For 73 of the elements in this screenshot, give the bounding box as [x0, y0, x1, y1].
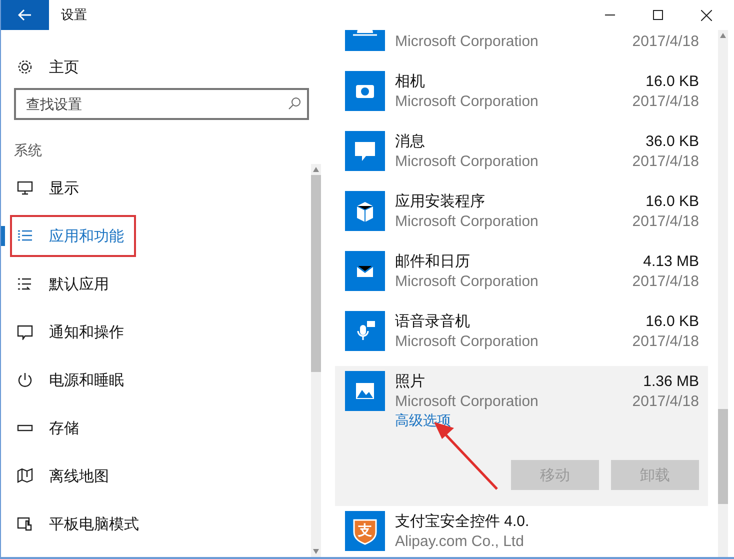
camera-icon [345, 71, 385, 111]
app-name: 照片 [395, 372, 425, 390]
tablet-icon [17, 516, 33, 532]
back-arrow-icon [18, 9, 32, 21]
install-date: 2017/4/18 [632, 392, 699, 410]
app-publisher: Microsoft Corporation [395, 152, 538, 170]
scroll-up-icon[interactable] [720, 33, 726, 38]
image-icon [345, 371, 385, 411]
app-publisher: Microsoft Corporation [395, 332, 538, 350]
back-button[interactable] [1, 0, 49, 30]
sidebar-item[interactable]: 离线地图 [1, 452, 115, 500]
speech-bubble-icon [345, 131, 385, 171]
app-row[interactable]: 相机 16.0 KB Microsoft Corporation 2017/4/18 [335, 66, 708, 126]
sidebar-item[interactable]: 平板电脑模式 [1, 500, 145, 548]
sidebar-item[interactable]: 存储 [1, 404, 85, 452]
app-row[interactable]: 消息 36.0 KB Microsoft Corporation 2017/4/18 [335, 126, 708, 186]
app-publisher: Microsoft Corporation [395, 272, 538, 290]
app-name: 应用安装程序 [395, 192, 485, 210]
speech-bubble-icon [17, 324, 33, 340]
app-name: 相机 [395, 72, 425, 90]
map-icon [17, 468, 33, 484]
close-icon [700, 10, 712, 20]
microphone-icon [345, 311, 385, 351]
install-date: 2017/4/18 [632, 92, 699, 110]
app-row[interactable]: Microsoft Corporation 2017/4/18 [335, 30, 708, 66]
install-date: 2017/4/18 [632, 272, 699, 290]
sidebar-item[interactable]: 显示 [1, 164, 85, 212]
app-size: 16.0 KB [646, 312, 699, 330]
search-field[interactable]: 查找设置 [14, 88, 309, 120]
box-icon [345, 191, 385, 231]
scrollbar[interactable] [718, 30, 728, 557]
scroll-down-icon[interactable] [313, 549, 319, 554]
app-size: 16.0 KB [646, 192, 699, 210]
app-row[interactable]: 支 支付宝安全控件 4.0. Alipay.com Co., Ltd [335, 506, 708, 557]
shield-icon: 支 [345, 511, 385, 551]
search-icon [288, 97, 301, 110]
app-size: 36.0 KB [646, 132, 699, 150]
scroll-up-icon[interactable] [313, 167, 319, 172]
sidebar-item[interactable]: 通知和操作 [1, 308, 130, 356]
power-icon [17, 372, 33, 388]
app-name: 支付宝安全控件 4.0. [395, 512, 530, 530]
app-publisher: Microsoft Corporation [395, 212, 538, 230]
app-row[interactable]: 应用安装程序 16.0 KB Microsoft Corporation 2017/4/18 [335, 186, 708, 246]
list-icon [17, 276, 33, 292]
sidebar-item[interactable]: 电源和睡眠 [1, 356, 130, 404]
app-publisher: Microsoft Corporation [395, 92, 538, 110]
scrollbar-thumb[interactable] [718, 409, 728, 504]
app-size: 16.0 KB [646, 72, 699, 90]
app-row[interactable]: 语音录音机 16.0 KB Microsoft Corporation 2017/4/18 [335, 306, 708, 366]
app-publisher: Microsoft Corporation [395, 32, 538, 50]
maximize-icon [653, 10, 663, 20]
install-date: 2017/4/18 [632, 152, 699, 170]
scrollbar-thumb[interactable] [311, 175, 321, 372]
app-row[interactable]: 邮件和日历 4.13 MB Microsoft Corporation 2017/4/18 [335, 246, 708, 306]
app-publisher: Microsoft Corporation [395, 392, 538, 410]
settings-icon [17, 59, 33, 75]
home-link[interactable]: 主页 [49, 58, 79, 76]
app-size: 4.13 MB [643, 252, 699, 270]
app-size: 1.36 MB [643, 372, 699, 390]
window-title: 设置 [61, 6, 87, 24]
monitor-icon [17, 180, 33, 196]
install-date: 2017/4/18 [632, 32, 699, 50]
app-name: 消息 [395, 132, 425, 150]
envelope-icon [345, 251, 385, 291]
app-publisher: Alipay.com Co., Ltd [395, 532, 524, 550]
app-name: 邮件和日历 [395, 252, 470, 270]
install-date: 2017/4/18 [632, 212, 699, 230]
sidebar-item[interactable]: 默认应用 [1, 260, 115, 308]
sidebar-item[interactable]: 应用和功能 [10, 215, 136, 257]
scrollbar[interactable] [311, 164, 321, 557]
app-name: 语音录音机 [395, 312, 470, 330]
section-heading: 系统 [14, 142, 43, 160]
install-date: 2017/4/18 [632, 332, 699, 350]
